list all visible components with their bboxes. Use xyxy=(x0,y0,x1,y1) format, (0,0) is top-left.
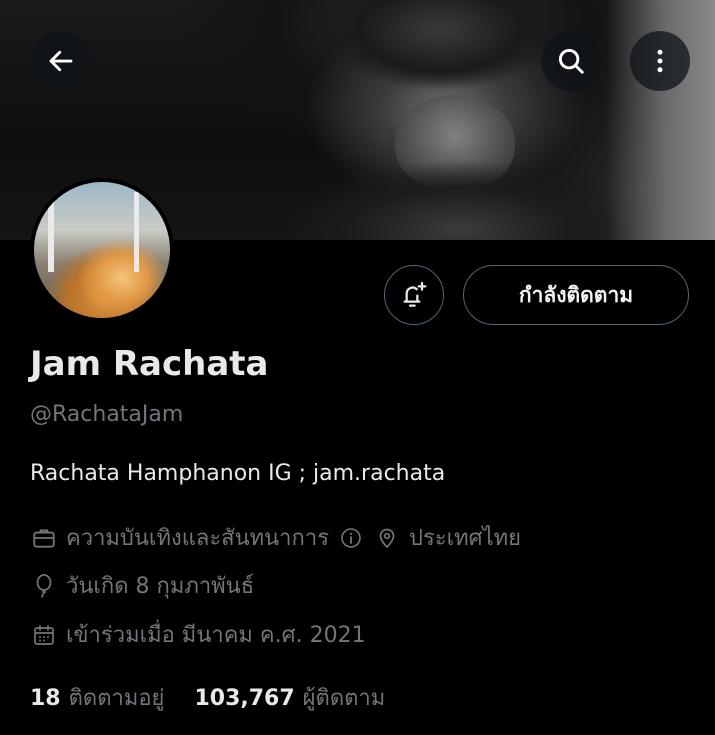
following-count: 18 xyxy=(30,686,61,711)
profile-bio: Rachata Hamphanon IG ; jam.rachata xyxy=(30,461,446,486)
balloon-icon xyxy=(30,572,58,600)
following-button[interactable]: กำลังติดตาม xyxy=(463,265,689,325)
location-pin-icon xyxy=(373,524,401,552)
profile-stats: 18 ติดตามอยู่ 103,767 ผู้ติดตาม xyxy=(30,680,385,715)
avatar-photo-detail xyxy=(48,202,54,272)
profile-name: Jam Rachata xyxy=(30,344,269,384)
bell-plus-icon xyxy=(403,281,427,307)
profile-meta-row: เข้าร่วมเมื่อ มีนาคม ค.ศ. 2021 xyxy=(30,617,366,652)
avatar-photo-detail xyxy=(134,192,139,272)
following-label: ติดตามอยู่ xyxy=(68,686,165,711)
briefcase-icon xyxy=(30,524,58,552)
profile-location: ประเทศไทย xyxy=(409,526,522,551)
profile-birthday: วันเกิด 8 กุมภาพันธ์ xyxy=(66,574,255,599)
profile-meta-row: วันเกิด 8 กุมภาพันธ์ xyxy=(30,568,254,603)
calendar-icon xyxy=(30,621,58,649)
more-button[interactable] xyxy=(630,31,690,91)
banner-photo-coat xyxy=(280,150,640,240)
profile-joined-date: เข้าร่วมเมื่อ มีนาคม ค.ศ. 2021 xyxy=(66,623,366,648)
info-icon[interactable] xyxy=(337,524,365,552)
profile-handle: @RachataJam xyxy=(30,402,184,427)
back-button[interactable] xyxy=(31,31,91,91)
following-stat[interactable]: 18 ติดตามอยู่ xyxy=(30,680,164,715)
avatar[interactable] xyxy=(30,178,174,322)
followers-stat[interactable]: 103,767 ผู้ติดตาม xyxy=(194,680,385,715)
profile-category[interactable]: ความบันเทิงและสันทนาการ xyxy=(66,520,329,555)
notify-button[interactable] xyxy=(384,265,444,325)
followers-label: ผู้ติดตาม xyxy=(302,686,386,711)
search-button[interactable] xyxy=(541,31,601,91)
profile-meta-row: ความบันเทิงและสันทนาการ ประเทศไทย xyxy=(30,520,521,555)
arrow-left-icon xyxy=(49,50,73,72)
followers-count: 103,767 xyxy=(194,686,295,711)
search-icon xyxy=(558,48,584,74)
more-vertical-icon xyxy=(657,49,663,73)
